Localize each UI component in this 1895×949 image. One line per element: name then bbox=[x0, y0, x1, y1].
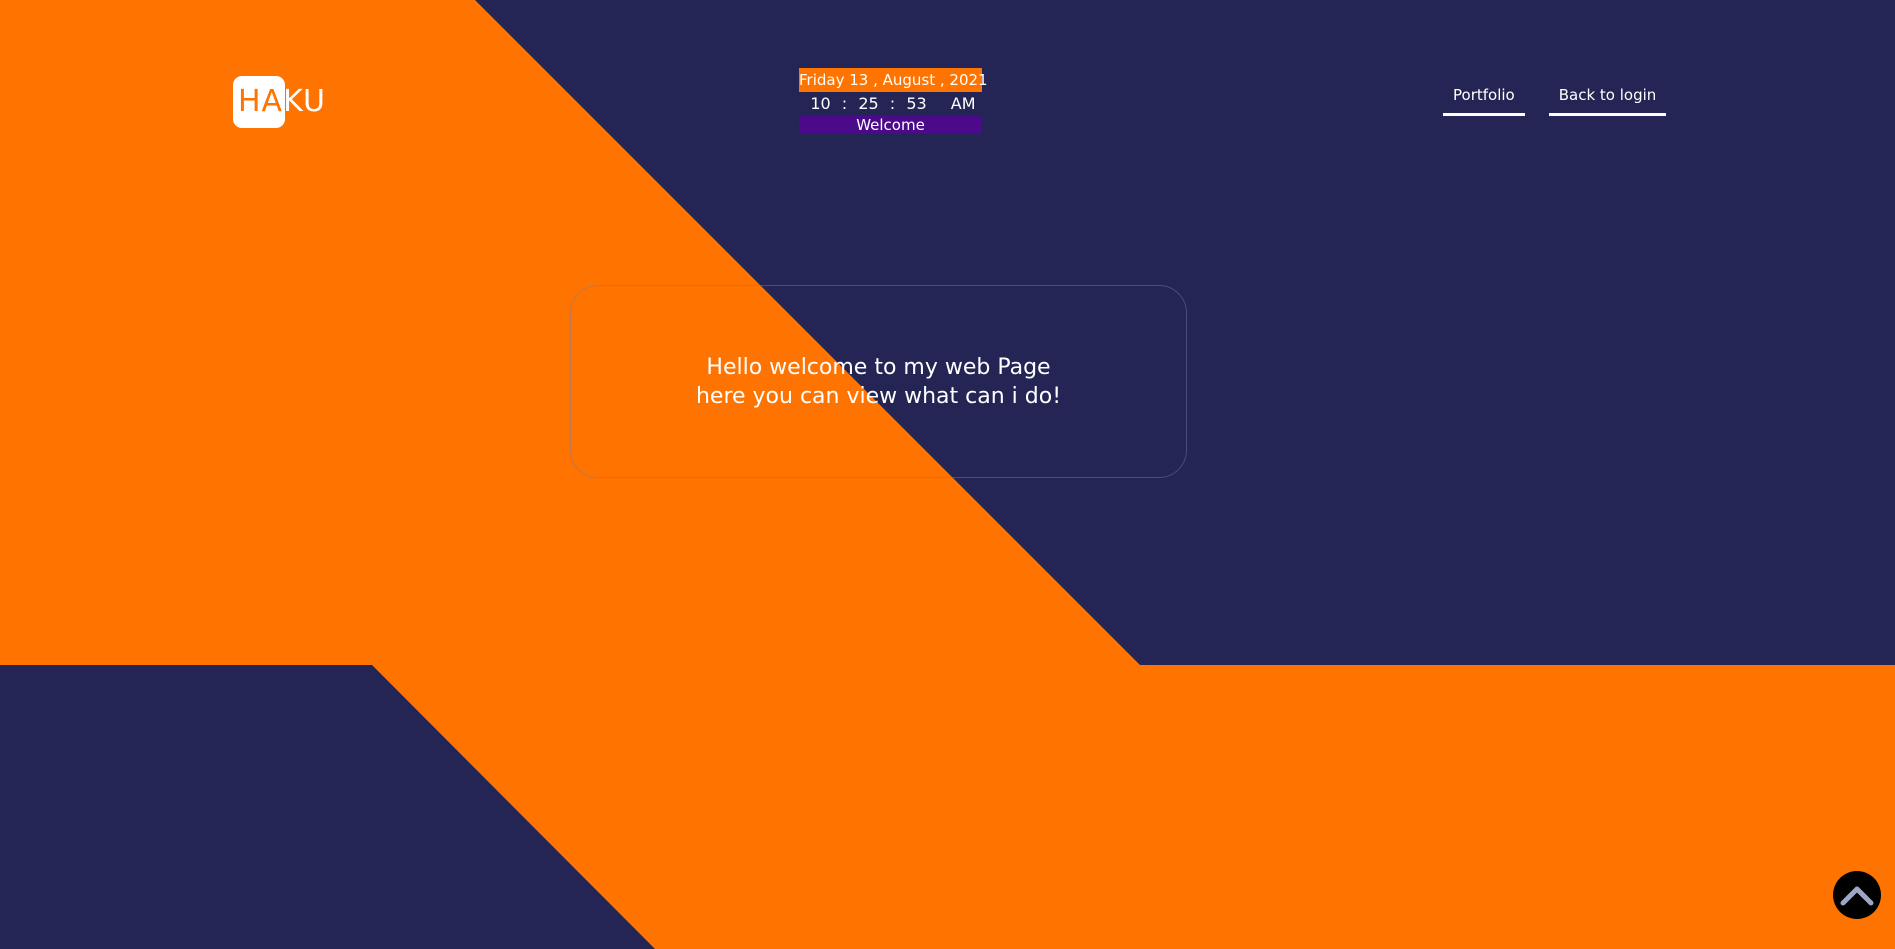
top-nav: Portfolio Back to login bbox=[1443, 86, 1667, 116]
logo-text-part2: KU bbox=[283, 84, 326, 119]
chevron-up-icon bbox=[1840, 886, 1874, 906]
clock-time: 10 : 25 : 53 AM bbox=[799, 92, 982, 116]
clock-welcome: Welcome bbox=[799, 116, 982, 134]
nav-link-back-to-login[interactable]: Back to login bbox=[1548, 86, 1667, 116]
clock-hours: 10 bbox=[810, 94, 831, 113]
welcome-line-1: Hello welcome to my web Page bbox=[706, 354, 1051, 380]
page: HAKU Friday 13 , August , 2021 10 : 25 :… bbox=[0, 0, 1895, 949]
welcome-card: Hello welcome to my web Page here you ca… bbox=[570, 285, 1187, 478]
clock-widget: Friday 13 , August , 2021 10 : 25 : 53 A… bbox=[799, 68, 988, 134]
clock-date: Friday 13 , August , 2021 bbox=[799, 68, 988, 92]
clock-seconds: 53 bbox=[906, 94, 927, 113]
clock-minutes: 25 bbox=[858, 94, 879, 113]
clock-separator: : bbox=[841, 94, 848, 113]
logo-text: HAKU bbox=[233, 76, 326, 128]
welcome-line-2: here you can view what can i do! bbox=[695, 383, 1062, 409]
clock-ampm: AM bbox=[950, 94, 976, 113]
clock-separator: : bbox=[889, 94, 896, 113]
nav-link-portfolio[interactable]: Portfolio bbox=[1443, 86, 1525, 116]
logo[interactable]: HAKU bbox=[233, 76, 326, 128]
logo-text-part1: HA bbox=[238, 84, 284, 119]
scroll-to-top-button[interactable] bbox=[1833, 871, 1881, 919]
